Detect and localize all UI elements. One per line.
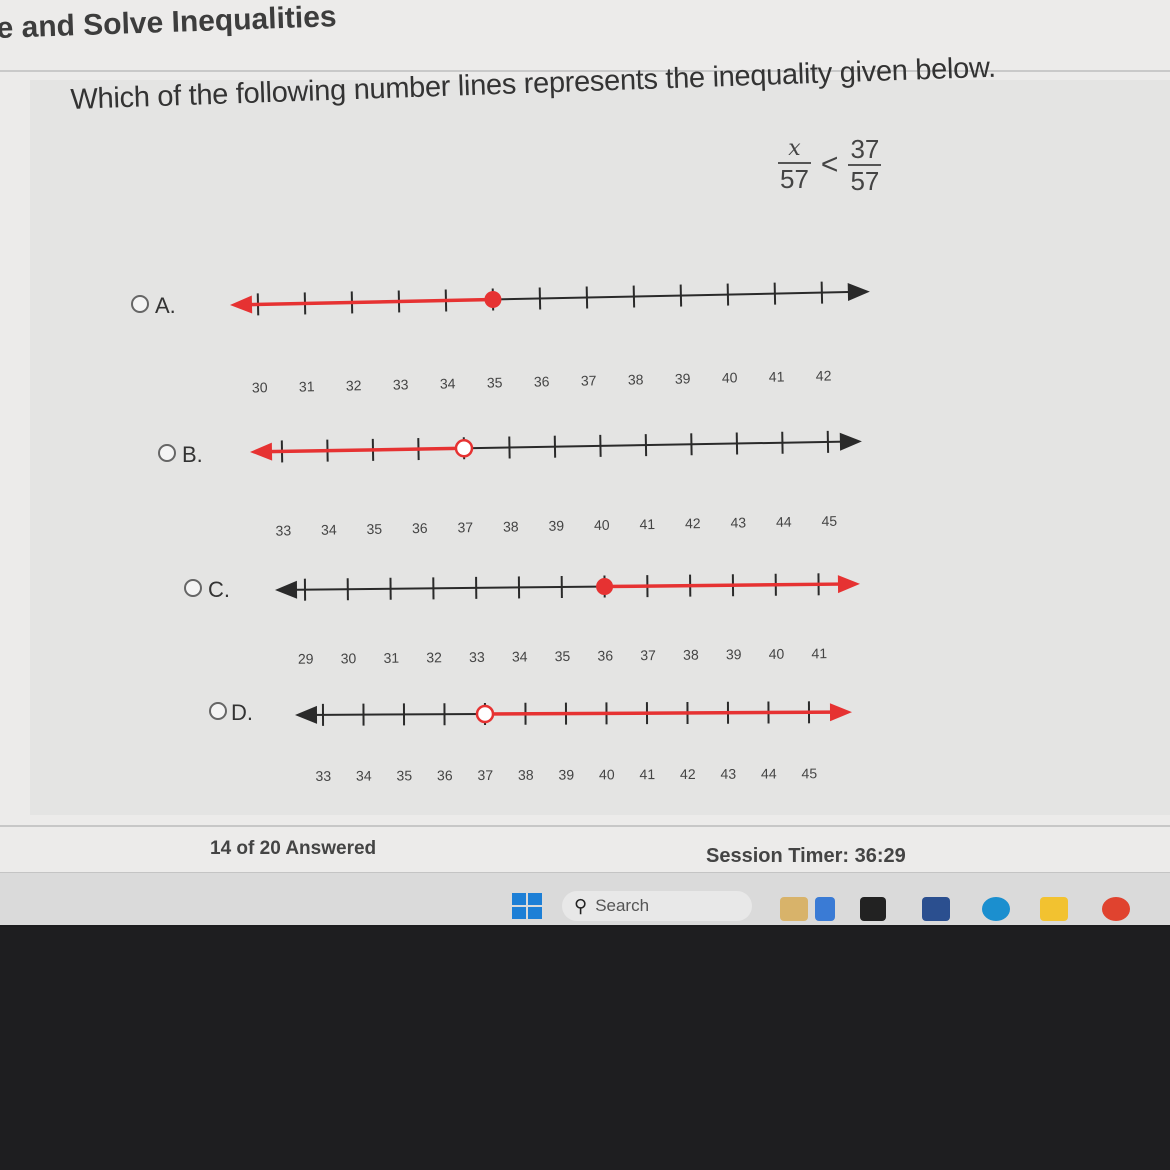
number-line-b: 33 34 35 36 37 38 39 40 41 42 43 44 45 [250, 430, 862, 539]
windows-start-icon[interactable] [512, 893, 542, 919]
number-line-c-tick-label: 40 [769, 646, 785, 662]
number-line-c-tick-label: 39 [726, 646, 742, 662]
number-line-a-tick-label: 35 [487, 374, 503, 390]
number-line-b-tick-label: 45 [821, 513, 837, 529]
number-line-b-endpoint [454, 439, 474, 458]
number-line-d-tick-label: 33 [315, 768, 331, 784]
number-line-d-tick-label: 42 [680, 766, 696, 782]
search-icon: ⚲ [574, 895, 588, 916]
number-line-a-tick-label: 34 [440, 375, 456, 391]
number-line-b-right-arrow [839, 432, 862, 451]
number-line-b-tick-label: 39 [548, 518, 564, 534]
number-line-d-tick-label: 34 [356, 768, 372, 784]
number-line-b-tick-label: 33 [275, 522, 291, 538]
number-line-c-tick-label: 37 [640, 647, 656, 663]
number-line-c-shaded-ray [604, 582, 842, 589]
number-line-c-tick-label: 35 [555, 648, 571, 664]
number-line-d-tick-label: 45 [801, 765, 817, 781]
number-line-a-tick-label: 38 [628, 371, 644, 387]
number-line-c-endpoint [596, 578, 614, 596]
number-line-b-shaded-ray [267, 446, 464, 454]
number-line-d-tick-label: 40 [599, 766, 615, 782]
number-line-c-tick-label: 36 [597, 647, 613, 663]
taskbar-search[interactable]: ⚲ Search [562, 891, 752, 921]
number-line-d-tick-label: 38 [518, 767, 534, 783]
number-line-c-left-arrow [275, 580, 298, 599]
chrome-icon[interactable] [1102, 897, 1130, 921]
answered-count: 14 of 20 Answered [210, 838, 377, 859]
number-line-a-tick-label: 39 [675, 370, 691, 386]
number-line-a-tick-label: 37 [581, 372, 597, 388]
number-line-a-right-arrow [847, 283, 870, 302]
number-line-d-tick-label: 37 [477, 767, 493, 783]
number-line-c: 29 30 31 32 33 34 35 36 37 38 39 40 41 [275, 573, 860, 667]
number-line-d-tick-label: 44 [761, 765, 777, 781]
number-line-d-left-arrow [295, 705, 318, 724]
number-line-a-shaded-ray [247, 297, 493, 307]
number-line-b-tick-label: 40 [594, 517, 610, 533]
number-line-a: 30 31 32 33 34 35 36 37 38 39 40 41 42 [230, 281, 870, 396]
number-line-d-shaded-ray [484, 710, 835, 716]
number-line-b-tick-label: 38 [503, 518, 519, 534]
number-line-b-tick-label: 35 [366, 521, 382, 537]
number-line-d-tick-label: 41 [639, 766, 655, 782]
number-line-a-endpoint [484, 290, 502, 308]
number-line-d-tick-label: 39 [558, 767, 574, 783]
number-line-b-tick-label: 36 [412, 520, 428, 536]
number-line-b-tick-label: 37 [457, 519, 473, 535]
number-line-a-tick-label: 42 [816, 367, 832, 383]
terminal-icon[interactable] [860, 897, 886, 921]
edge-icon[interactable] [982, 897, 1010, 921]
search-label: Search [595, 896, 650, 915]
number-lines: 30 31 32 33 34 35 36 37 38 39 40 41 42 33 34 35 36 37 38 39… [230, 281, 870, 784]
number-line-a-tick-label: 41 [769, 368, 785, 384]
number-line-a-tick-label: 30 [252, 379, 268, 395]
number-line-c-tick-label: 31 [383, 650, 399, 666]
taskbar: ⚲ Search [0, 872, 1170, 925]
file-explorer-icon[interactable] [1040, 897, 1068, 921]
footer-divider [0, 825, 1170, 827]
number-line-c-tick-label: 33 [469, 649, 485, 665]
number-line-d-tick-label: 43 [720, 766, 736, 782]
number-line-a-tick-label: 32 [346, 377, 362, 393]
number-line-a-tick-label: 31 [299, 378, 315, 394]
number-line-a-tick-label: 33 [393, 376, 409, 392]
number-line-c-tick-label: 38 [683, 647, 699, 663]
number-line-b-tick-label: 34 [321, 521, 337, 537]
task-view-icon[interactable] [815, 897, 835, 921]
store-icon[interactable] [922, 897, 950, 921]
number-line-a-tick-label: 40 [722, 369, 738, 385]
monitor-bezel [0, 927, 1170, 1170]
number-line-b-tick-label: 41 [639, 516, 655, 532]
number-line-c-tick-label: 34 [512, 648, 528, 664]
number-line-c-tick-label: 30 [341, 650, 357, 666]
number-line-c-tick-label: 41 [811, 645, 827, 661]
number-line-b-tick-label: 44 [776, 514, 792, 530]
number-line-b-tick-label: 42 [685, 515, 701, 531]
number-line-d-tick-label: 36 [437, 767, 453, 783]
session-timer: Session Timer: 36:29 [706, 845, 906, 867]
number-line-d: 33 34 35 36 37 38 39 40 41 42 43 44 45 [295, 701, 852, 784]
number-line-b-tick-label: 43 [730, 514, 746, 530]
number-line-c-tick-label: 32 [426, 649, 442, 665]
number-line-a-tick-label: 36 [534, 373, 550, 389]
quiz-screen: e and Solve Inequalities Which of the fo… [0, 0, 1170, 925]
widgets-icon[interactable] [780, 897, 808, 921]
number-line-c-tick-label: 29 [298, 651, 314, 667]
number-line-d-tick-label: 35 [396, 767, 412, 783]
number-line-d-endpoint [475, 704, 495, 724]
